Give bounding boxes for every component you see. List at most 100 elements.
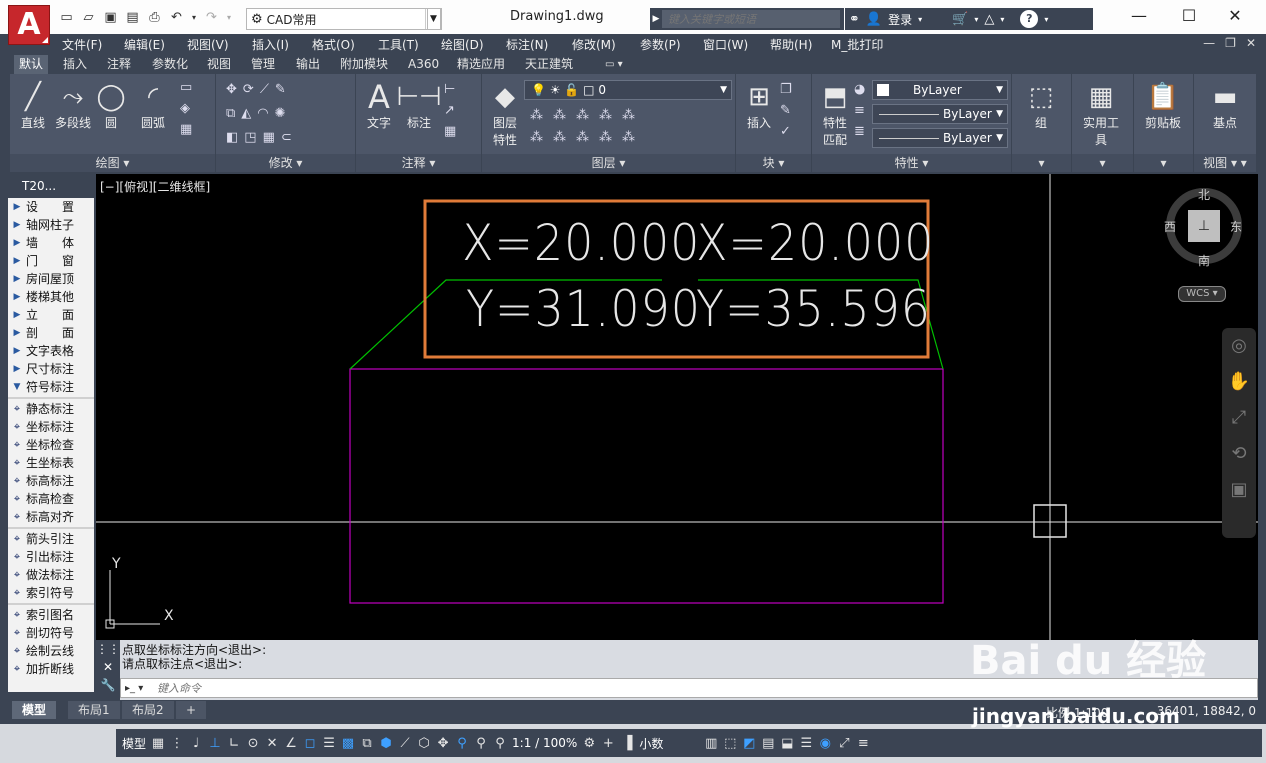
tab-layout1[interactable]: 布局1 <box>68 701 120 719</box>
layer-off-icon[interactable]: ⁂ <box>530 108 543 123</box>
palette-item[interactable]: ▼ 符号标注 <box>8 378 94 396</box>
menu-tools[interactable]: 工具(T) <box>378 36 419 53</box>
panel-view-title[interactable]: 视图 ▾ ▾ <box>1194 154 1256 172</box>
fullscreen-icon[interactable]: ⤢ <box>837 736 851 751</box>
palette-item[interactable]: ▶ 墙 体 <box>8 234 94 252</box>
linear-dim-icon[interactable]: ⊢ <box>444 82 456 97</box>
save-icon[interactable]: ▣ <box>102 9 119 26</box>
panel-layers-title[interactable]: 图层 ▾ <box>482 154 735 172</box>
tab-output[interactable]: 输出 <box>291 55 325 74</box>
palette-item[interactable]: ▶ 设 置 <box>8 198 94 216</box>
selection-cycling-icon[interactable]: ⧉ <box>360 736 374 751</box>
infer-constraints-icon[interactable]: ♩ <box>189 736 203 751</box>
erase-icon[interactable]: ✎ <box>275 82 286 97</box>
model-space-toggle[interactable]: 模型 <box>122 735 146 752</box>
steering-wheel-icon[interactable]: ◎ <box>1222 328 1256 364</box>
maximize-button[interactable]: ☐ <box>1178 6 1200 26</box>
mirror-icon[interactable]: ◭ <box>241 106 251 121</box>
login-link[interactable]: 登录 <box>888 11 912 28</box>
block-attributes-icon[interactable]: ✓ <box>780 124 792 139</box>
stretch-icon[interactable]: ◧ <box>226 130 238 145</box>
tab-addins[interactable]: 附加模块 <box>335 55 393 74</box>
gizmo-icon[interactable]: ✥ <box>436 736 450 751</box>
dynamic-input-icon[interactable]: ⊥ <box>208 736 222 751</box>
tab-view[interactable]: 视图 <box>202 55 236 74</box>
palette-item[interactable]: ⌖ 做法标注 <box>8 566 94 584</box>
print-icon[interactable]: ⎙ <box>146 9 163 26</box>
palette-item[interactable]: ⌖ 坐标检查 <box>8 436 94 454</box>
copy-icon[interactable]: ⧉ <box>226 106 235 121</box>
palette-item[interactable]: ⌖ 引出标注 <box>8 548 94 566</box>
panel-draw-title[interactable]: 绘图 ▾ <box>10 154 215 172</box>
hardware-acceleration-icon[interactable]: ▤ <box>761 736 775 751</box>
redo-dropdown-icon[interactable]: ▾ <box>225 9 233 26</box>
menu-draw[interactable]: 绘图(D) <box>441 36 484 53</box>
command-input[interactable] <box>157 681 757 695</box>
showmotion-icon[interactable]: ▣ <box>1222 472 1256 508</box>
workspace-gear-icon[interactable]: ⚙ <box>582 736 596 751</box>
palette-item[interactable]: ▶ 尺寸标注 <box>8 360 94 378</box>
layer-match-icon[interactable]: ⁂ <box>622 108 635 123</box>
undo-icon[interactable]: ↶ <box>168 9 185 26</box>
tab-model[interactable]: 模型 <box>12 701 57 719</box>
pan-icon[interactable]: ✋ <box>1222 364 1256 400</box>
add-layout-button[interactable]: + <box>176 701 207 719</box>
layer-unisolate-icon[interactable]: ⁂ <box>576 130 589 145</box>
object-snap-icon[interactable]: ◻ <box>303 736 317 751</box>
menu-file[interactable]: 文件(F) <box>62 36 102 53</box>
array-icon[interactable]: ▦ <box>263 130 275 145</box>
minimize-button[interactable]: — <box>1128 6 1150 26</box>
table-icon[interactable]: ▦ <box>444 124 456 139</box>
orbit-icon[interactable]: ⟲ <box>1222 436 1256 472</box>
quick-properties-icon[interactable]: ▥ <box>704 736 718 751</box>
layer-lock-icon[interactable]: ⁂ <box>599 108 612 123</box>
expand-arrow-icon[interactable]: ▶ <box>650 14 662 24</box>
palette-item[interactable]: ⌖ 坐标标注 <box>8 418 94 436</box>
palette-item[interactable]: ▶ 立 面 <box>8 306 94 324</box>
selection-filter-icon[interactable]: ⬡ <box>417 736 431 751</box>
application-menu-button[interactable]: A <box>8 5 50 45</box>
close-button[interactable]: ✕ <box>1224 6 1246 26</box>
palette-item[interactable]: ▶ 楼梯其他 <box>8 288 94 306</box>
palette-item[interactable]: ⌖ 箭头引注 <box>8 530 94 548</box>
workspace-selector[interactable]: ⚙ CAD常用 ▼ <box>246 8 442 30</box>
a360-dropdown-icon[interactable]: ▾ <box>1000 15 1004 24</box>
layer-properties-tool[interactable]: ◆ 图层 特性 <box>482 80 528 148</box>
units-dropdown[interactable]: 小数 <box>639 735 699 752</box>
object-snap-tracking-icon[interactable]: ∠ <box>284 736 298 751</box>
edit-block-icon[interactable]: ✎ <box>780 103 792 118</box>
insert-block-tool[interactable]: ⊞ 插入 <box>736 80 782 131</box>
tab-featured-apps[interactable]: 精选应用 <box>452 55 510 74</box>
binoculars-icon[interactable]: ⚭ <box>849 12 860 27</box>
dimension-tool[interactable]: ⊢⊣ 标注 <box>396 80 442 131</box>
lineweight-toggle-icon[interactable]: ☰ <box>322 736 336 751</box>
annotation-scale-icon[interactable]: ⚲ <box>493 736 507 751</box>
mdi-close-icon[interactable]: ✕ <box>1246 36 1256 50</box>
cart-dropdown-icon[interactable]: ▾ <box>974 15 978 24</box>
clean-screen-icon[interactable]: ⬓ <box>780 736 794 751</box>
mdi-minimize-icon[interactable]: — <box>1203 36 1215 50</box>
snap-icon[interactable]: ⋮ <box>170 736 184 751</box>
move-icon[interactable]: ✥ <box>226 82 237 97</box>
compass-east[interactable]: 东 <box>1230 218 1242 235</box>
undo-dropdown-icon[interactable]: ▾ <box>190 9 198 26</box>
color-dropdown[interactable]: ByLayer ▼ <box>872 80 1008 100</box>
help-icon[interactable]: ? <box>1020 10 1039 28</box>
mdi-restore-icon[interactable]: ❐ <box>1225 36 1236 50</box>
grid-icon[interactable]: ▦ <box>151 736 165 751</box>
tab-a360[interactable]: A360 <box>403 55 444 74</box>
grip-handle-icon[interactable]: ⋮⋮ <box>96 640 120 658</box>
menu-edit[interactable]: 编辑(E) <box>124 36 165 53</box>
palette-item[interactable]: ⌖ 静态标注 <box>8 400 94 418</box>
layer-thaw-icon[interactable]: ⁂ <box>599 130 612 145</box>
palette-item[interactable]: ▶ 剖 面 <box>8 324 94 342</box>
hatch-icon[interactable]: ◈ <box>180 101 192 116</box>
menu-view[interactable]: 视图(V) <box>187 36 229 53</box>
tab-default[interactable]: 默认 <box>14 55 49 74</box>
isolate-objects-icon[interactable]: ◩ <box>742 736 756 751</box>
annotation-monitor-icon[interactable]: + <box>601 736 615 751</box>
palette-title[interactable]: T20... <box>8 174 94 198</box>
palette-item[interactable]: ▶ 门 窗 <box>8 252 94 270</box>
panel-clipboard-title[interactable]: ▾ <box>1134 154 1193 172</box>
wcs-menu-button[interactable]: WCS ▾ <box>1178 286 1226 302</box>
